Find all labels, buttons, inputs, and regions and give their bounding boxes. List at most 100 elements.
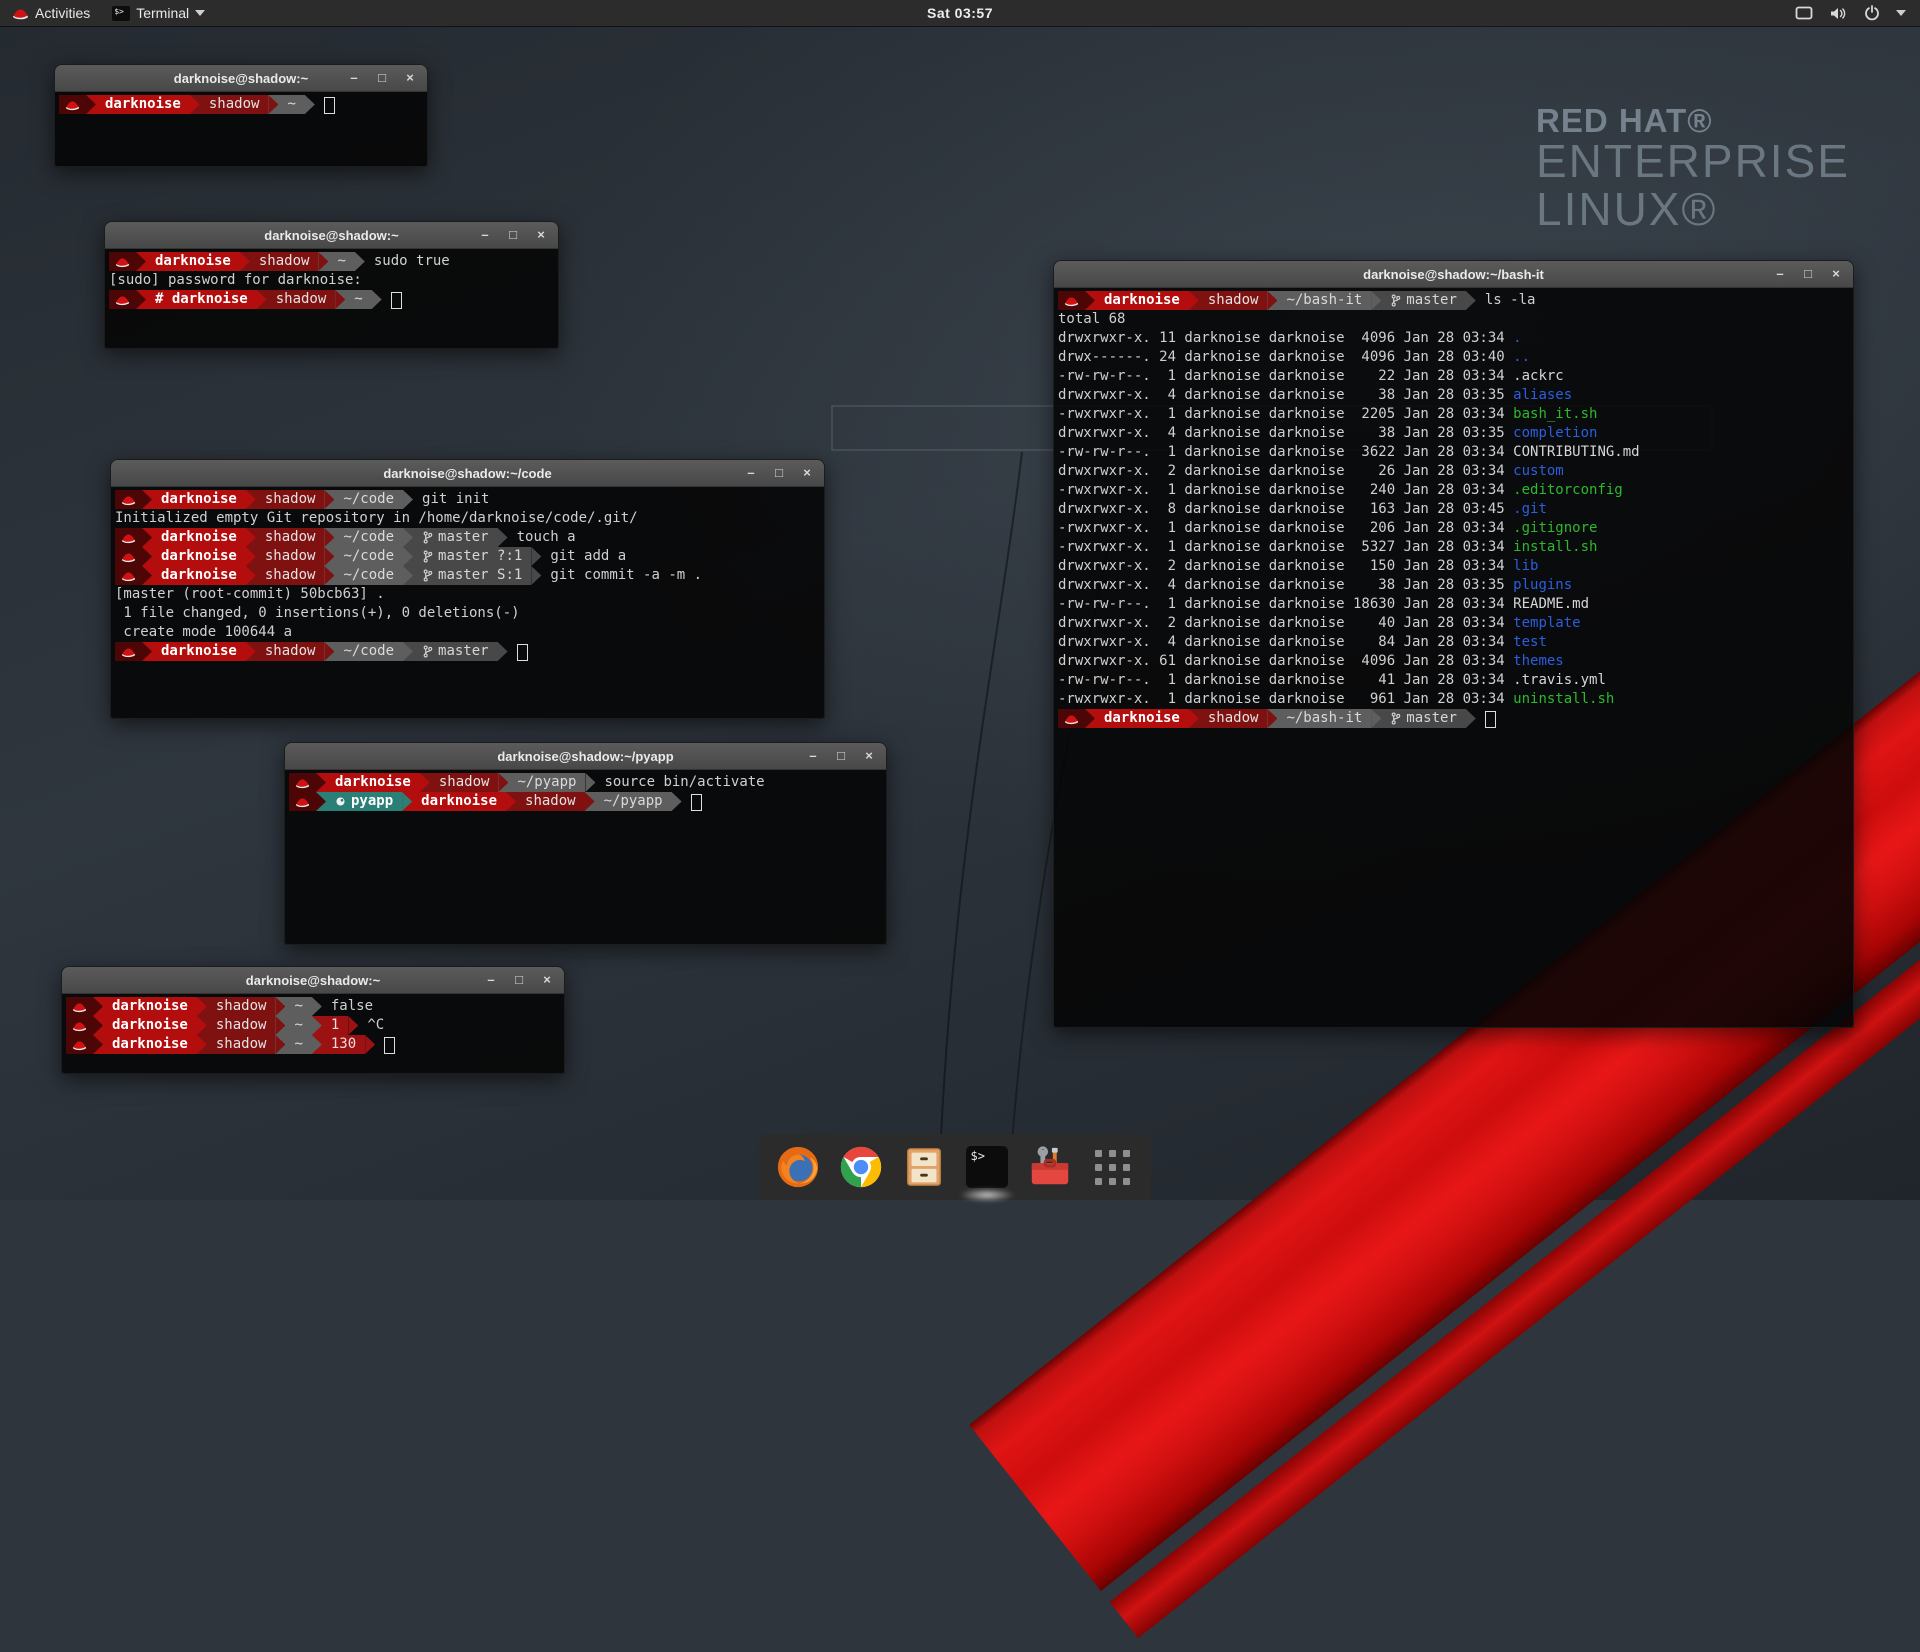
prompt-line: darknoiseshadow~ <box>59 95 427 114</box>
prompt-segment-git: master <box>413 528 498 547</box>
terminal-window-sudo[interactable]: darknoise@shadow:~ – □ × darknoiseshadow… <box>104 221 559 349</box>
command-text: ls -la <box>1485 291 1536 310</box>
dock: $> <box>759 1134 1151 1200</box>
volume-icon[interactable] <box>1829 6 1848 21</box>
maximize-button[interactable]: □ <box>1801 261 1815 287</box>
output-line: Initialized empty Git repository in /hom… <box>115 509 824 528</box>
powerline-separator <box>305 95 315 114</box>
power-icon[interactable] <box>1864 5 1880 21</box>
maximize-button[interactable]: □ <box>834 743 848 769</box>
output-line: drwxrwxr-x. 4 darknoise darknoise 38 Jan… <box>1058 424 1853 443</box>
terminal-body[interactable]: darknoiseshadow~/bash-itmasterls -latota… <box>1054 288 1853 1027</box>
command-text: git add a <box>550 547 626 566</box>
powerline-separator <box>197 1035 207 1054</box>
minimize-button[interactable]: – <box>1773 261 1787 287</box>
maximize-button[interactable]: □ <box>506 222 520 248</box>
terminal-window-code[interactable]: darknoise@shadow:~/code – □ × darknoise s… <box>110 459 825 719</box>
close-button[interactable]: × <box>534 222 548 248</box>
firefox-icon[interactable] <box>775 1144 821 1190</box>
terminal-cursor <box>517 644 528 661</box>
app-grid-icon[interactable] <box>1090 1144 1136 1190</box>
prompt-segment-host: shadow <box>250 252 319 271</box>
chevron-down-icon[interactable] <box>1896 10 1906 16</box>
powerline-separator <box>142 642 152 661</box>
close-button[interactable]: × <box>540 967 554 993</box>
prompt-segment-host: shadow <box>207 997 276 1016</box>
prompt-segment-host: shadow <box>207 1016 276 1035</box>
output-line: -rw-rw-r--. 1 darknoise darknoise 22 Jan… <box>1058 367 1853 386</box>
window-titlebar[interactable]: darknoise@shadow:~/bash-it – □ × <box>1054 261 1853 288</box>
app-menu-label: Terminal <box>136 5 189 21</box>
window-titlebar[interactable]: darknoise@shadow:~/pyapp – □ × <box>285 743 886 770</box>
prompt-segment-exit: 130 <box>322 1035 365 1054</box>
prompt-segment-git: master ?:1 <box>413 547 531 566</box>
chrome-icon[interactable] <box>838 1144 884 1190</box>
terminal-body[interactable]: darknoiseshadow~ <box>55 92 427 166</box>
ls-filename: README.md <box>1513 595 1589 614</box>
prompt-segment-host: shadow <box>1199 291 1268 310</box>
display-icon[interactable] <box>1795 6 1813 20</box>
output-line: drwx------. 24 darknoise darknoise 4096 … <box>1058 348 1853 367</box>
terminal-body[interactable]: darknoiseshadow~/codegit initInitialized… <box>111 487 824 718</box>
terminal-dock-icon[interactable]: $> <box>964 1144 1010 1190</box>
maximize-button[interactable]: □ <box>375 65 389 91</box>
terminal-body[interactable]: darknoiseshadow~/pyappsource bin/activat… <box>285 770 886 944</box>
powerline-separator <box>348 1016 358 1035</box>
brand-line-enterprise: ENTERPRISE <box>1536 138 1850 186</box>
close-button[interactable]: × <box>1829 261 1843 287</box>
file-manager-icon[interactable] <box>901 1144 947 1190</box>
window-titlebar[interactable]: darknoise@shadow:~ – □ × <box>105 222 558 249</box>
maximize-button[interactable]: □ <box>512 967 526 993</box>
powerline-separator <box>312 1016 322 1035</box>
prompt-segment-user: # darknoise <box>146 290 257 309</box>
window-titlebar[interactable]: darknoise@shadow:~ – □ × <box>55 65 427 92</box>
powerline-separator <box>246 528 256 547</box>
powerline-separator <box>1371 291 1381 310</box>
ls-filename: .. <box>1513 348 1530 367</box>
redhat-fedora-icon <box>115 256 130 268</box>
clock[interactable]: Sat 03:57 <box>927 5 993 21</box>
close-button[interactable]: × <box>403 65 417 91</box>
close-button[interactable]: × <box>800 460 814 486</box>
powerline-separator <box>403 642 413 661</box>
terminal-cursor <box>384 1037 395 1054</box>
prompt-line: # darknoiseshadow~ <box>109 290 558 309</box>
activities-button[interactable]: Activities <box>0 0 102 26</box>
powerline-separator <box>93 997 103 1016</box>
minimize-button[interactable]: – <box>478 222 492 248</box>
git-branch-icon <box>422 569 433 582</box>
powerline-separator <box>268 95 278 114</box>
powerline-separator <box>190 95 200 114</box>
app-menu-terminal[interactable]: $> Terminal <box>102 0 215 26</box>
rhel-brand-text: RED HAT® ENTERPRISE LINUX® <box>1536 104 1850 234</box>
prompt-segment-git: master <box>413 642 498 661</box>
brand-line-linux: LINUX® <box>1536 186 1850 234</box>
prompt-segment-host: shadow <box>1199 709 1268 728</box>
prompt-segment-host: shadow <box>256 547 325 566</box>
window-titlebar[interactable]: darknoise@shadow:~ – □ × <box>62 967 564 994</box>
powerline-separator <box>312 997 322 1016</box>
terminal-window-bash-it[interactable]: darknoise@shadow:~/bash-it – □ × darknoi… <box>1053 260 1854 1028</box>
prompt-line: darknoiseshadow~/bash-itmasterls -la <box>1058 291 1853 310</box>
minimize-button[interactable]: – <box>744 460 758 486</box>
terminal-window-exit-codes[interactable]: darknoise@shadow:~ – □ × darknoiseshadow… <box>61 966 565 1074</box>
prompt-segment-user: darknoise <box>152 566 246 585</box>
terminal-body[interactable]: darknoiseshadow~falsedarknoiseshadow~1^C… <box>62 994 564 1073</box>
prompt-line: pyappdarknoiseshadow~/pyapp <box>289 792 886 811</box>
terminal-window-pyapp[interactable]: darknoise@shadow:~/pyapp – □ × darknoise… <box>284 742 887 945</box>
minimize-button[interactable]: – <box>484 967 498 993</box>
window-titlebar[interactable]: darknoise@shadow:~/code – □ × <box>111 460 824 487</box>
terminal-body[interactable]: darknoiseshadow~sudo true[sudo] password… <box>105 249 558 348</box>
close-button[interactable]: × <box>862 743 876 769</box>
prompt-segment-venv: pyapp <box>326 792 402 811</box>
terminal-window-home-small[interactable]: darknoise@shadow:~ – □ × darknoiseshadow… <box>54 64 428 167</box>
toolbox-icon[interactable] <box>1027 1144 1073 1190</box>
minimize-button[interactable]: – <box>806 743 820 769</box>
command-text: sudo true <box>374 252 450 271</box>
minimize-button[interactable]: – <box>347 65 361 91</box>
ls-filename: . <box>1513 329 1521 348</box>
maximize-button[interactable]: □ <box>772 460 786 486</box>
prompt-hat-segment <box>59 95 86 114</box>
powerline-separator <box>1267 709 1277 728</box>
prompt-hat-segment <box>66 1035 93 1054</box>
